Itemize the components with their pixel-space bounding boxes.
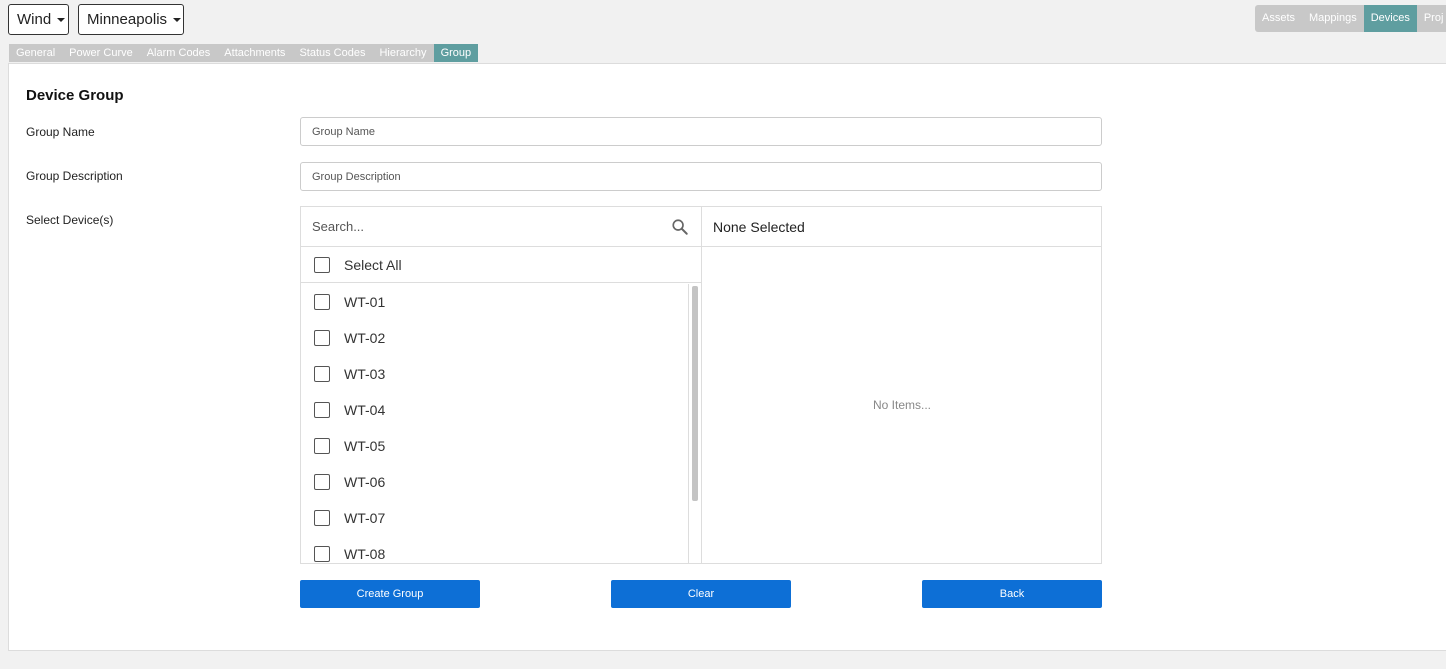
list-item[interactable]: WT-05 — [301, 428, 688, 464]
group-name-label: Group Name — [26, 125, 95, 139]
select-all-row[interactable]: Select All — [301, 247, 701, 283]
type-dropdown-label: Wind — [17, 11, 52, 28]
device-label: WT-01 — [344, 294, 386, 310]
selected-header: None Selected — [702, 207, 1101, 247]
device-checkbox[interactable] — [314, 474, 330, 490]
back-button[interactable]: Back — [922, 580, 1102, 608]
device-checkbox[interactable] — [314, 294, 330, 310]
device-label: WT-08 — [344, 546, 386, 562]
sub-tab-general[interactable]: General — [9, 44, 62, 62]
device-label: WT-06 — [344, 474, 386, 490]
select-all-label: Select All — [344, 256, 402, 273]
group-name-input[interactable] — [300, 117, 1102, 146]
device-label: WT-04 — [344, 402, 386, 418]
site-dropdown[interactable]: Minneapolis — [78, 4, 184, 35]
select-devices-label: Select Device(s) — [26, 213, 114, 227]
create-group-button[interactable]: Create Group — [300, 580, 480, 608]
caret-down-icon — [173, 17, 182, 22]
device-label: WT-03 — [344, 366, 386, 382]
top-tab-mappings[interactable]: Mappings — [1302, 5, 1364, 32]
list-item[interactable]: WT-06 — [301, 464, 688, 500]
device-label: WT-07 — [344, 510, 386, 526]
group-description-label: Group Description — [26, 169, 123, 183]
device-checkbox[interactable] — [314, 438, 330, 454]
device-search-input[interactable] — [301, 207, 701, 246]
device-dual-list: Select All WT-01 WT-02 WT-03 WT-04 WT-05… — [300, 206, 1102, 564]
list-item[interactable]: WT-08 — [301, 536, 688, 563]
page-title: Device Group — [26, 87, 124, 104]
top-tab-devices[interactable]: Devices — [1363, 5, 1417, 32]
list-item[interactable]: WT-03 — [301, 356, 688, 392]
select-all-checkbox[interactable] — [314, 256, 330, 273]
list-item[interactable]: WT-01 — [301, 284, 688, 320]
site-dropdown-label: Minneapolis — [87, 11, 168, 28]
top-nav-tabs: Assets Mappings Devices Proj — [1255, 5, 1446, 32]
list-item[interactable]: WT-07 — [301, 500, 688, 536]
device-sub-tabs: General Power Curve Alarm Codes Attachme… — [9, 44, 479, 62]
sub-tab-hierarchy[interactable]: Hierarchy — [372, 44, 433, 62]
top-tab-proj[interactable]: Proj — [1417, 5, 1446, 32]
sub-tab-status-codes[interactable]: Status Codes — [292, 44, 372, 62]
caret-down-icon — [57, 17, 66, 22]
device-list: WT-01 WT-02 WT-03 WT-04 WT-05 WT-06 WT-0… — [301, 284, 689, 563]
empty-state-text: No Items... — [872, 398, 931, 412]
sub-tab-group[interactable]: Group — [433, 44, 479, 62]
available-devices-pane: Select All WT-01 WT-02 WT-03 WT-04 WT-05… — [301, 207, 701, 563]
device-search-row — [301, 207, 701, 247]
group-description-input[interactable] — [300, 162, 1102, 191]
type-dropdown[interactable]: Wind — [8, 4, 69, 35]
device-checkbox[interactable] — [314, 366, 330, 382]
device-checkbox[interactable] — [314, 510, 330, 526]
device-label: WT-05 — [344, 438, 386, 454]
selected-devices-pane: None Selected No Items... — [701, 207, 1101, 563]
sub-tab-attachments[interactable]: Attachments — [217, 44, 292, 62]
list-item[interactable]: WT-02 — [301, 320, 688, 356]
device-checkbox[interactable] — [314, 546, 330, 562]
device-list-scrollbar[interactable] — [692, 286, 698, 501]
device-checkbox[interactable] — [314, 402, 330, 418]
top-tab-assets[interactable]: Assets — [1255, 5, 1302, 32]
list-item[interactable]: WT-04 — [301, 392, 688, 428]
clear-button[interactable]: Clear — [611, 580, 791, 608]
device-checkbox[interactable] — [314, 330, 330, 346]
search-icon[interactable] — [671, 218, 689, 236]
sub-tab-alarm-codes[interactable]: Alarm Codes — [140, 44, 218, 62]
device-label: WT-02 — [344, 330, 386, 346]
sub-tab-power-curve[interactable]: Power Curve — [62, 44, 140, 62]
